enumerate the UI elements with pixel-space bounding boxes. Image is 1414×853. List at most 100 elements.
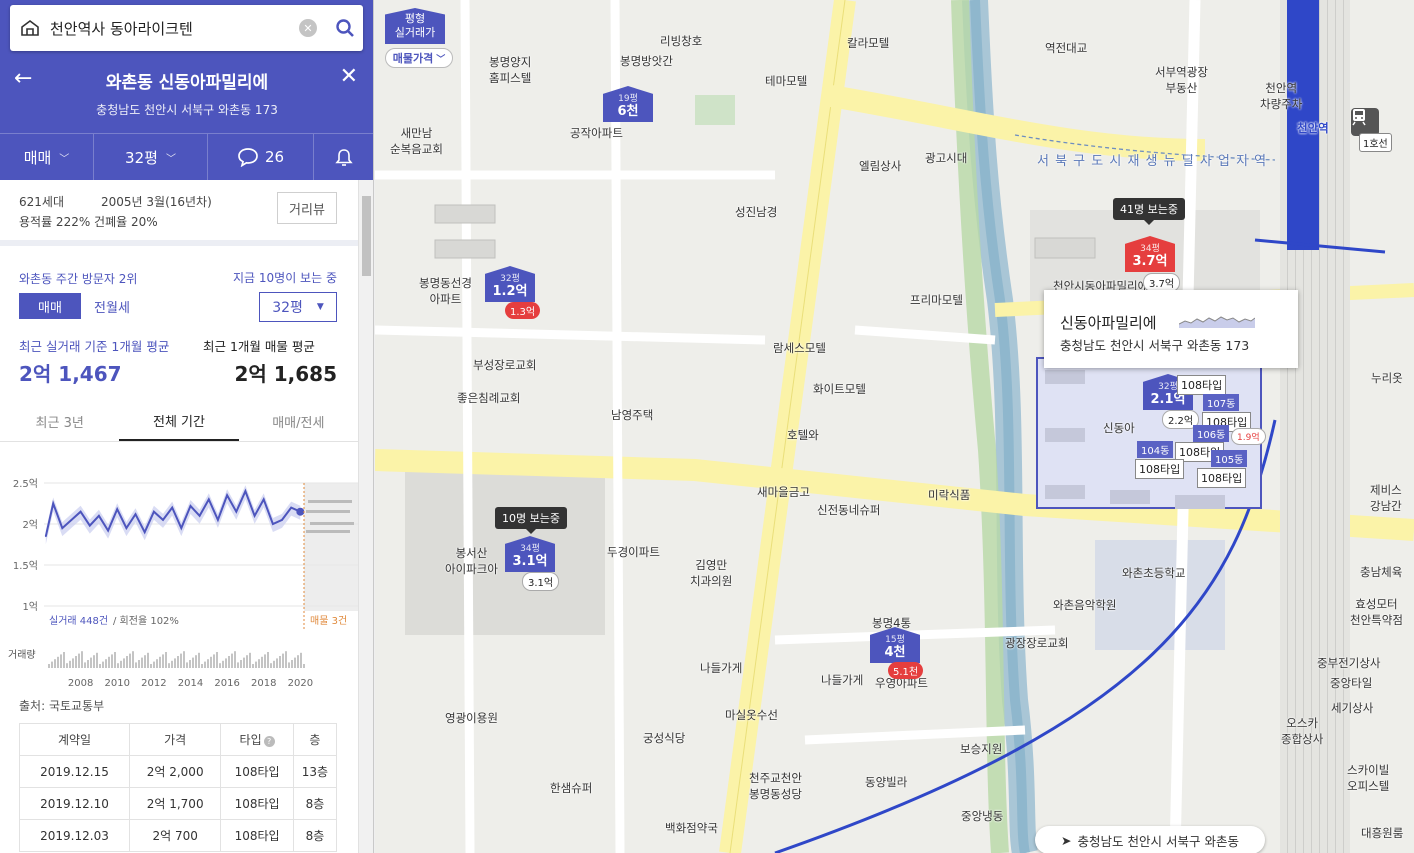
price-point — [143, 531, 146, 533]
place-label: 성진남경 — [735, 205, 778, 219]
volume-bar — [183, 651, 185, 668]
built-date: 2005년 3월(16년차) — [101, 195, 212, 209]
volume-bar — [87, 660, 89, 668]
apartment-popup[interactable]: 신동아파밀리에 충청남도 천안시 서북구 와촌동 173 — [1044, 290, 1298, 368]
price-point — [125, 527, 128, 529]
volume-bar — [162, 654, 164, 668]
apartment-address: 충청남도 천안시 서북구 와촌동 173 — [96, 103, 278, 117]
volume-bar — [213, 654, 215, 668]
turnover-note: / 회전율 102% — [113, 615, 179, 627]
type-label: 108타입 — [1135, 459, 1185, 479]
price-filter-toggle[interactable]: 매물가격 ﹀ — [385, 48, 453, 68]
place-label: 공작아파트 — [570, 126, 623, 140]
place-label: 새만남 순복음교회 — [390, 126, 443, 156]
listing-mark — [306, 510, 350, 513]
price-point — [207, 498, 210, 501]
size-select[interactable]: 32평 ﹀ — [94, 134, 208, 180]
place-label: 세기상사 — [1331, 701, 1374, 715]
listing-price-chip[interactable]: 1.9억 — [1231, 428, 1266, 445]
alarm-button[interactable] — [314, 134, 373, 180]
volume-bar — [177, 656, 179, 668]
listing-price-chip[interactable]: 3.1억 — [522, 572, 560, 591]
y-tick-label: 1.5억 — [13, 560, 38, 572]
help-icon[interactable]: ? — [263, 736, 275, 747]
size-dropdown[interactable]: 32평 ▼ — [259, 292, 337, 322]
price-point — [70, 519, 73, 521]
table-row[interactable]: 2019.12.10 2억 1,700 108타입 8층 — [18, 787, 338, 820]
search-icon[interactable] — [327, 5, 363, 51]
volume-bar — [264, 654, 266, 668]
apartment-marker-selected[interactable]: 34평 3.7억 — [1125, 236, 1175, 272]
place-label: 봉명방앗간 — [620, 54, 673, 68]
price-point — [272, 523, 274, 525]
volume-bar — [252, 664, 254, 668]
tab-all-period[interactable]: 전체 기간 — [119, 402, 239, 441]
railway-icon[interactable] — [1351, 108, 1379, 136]
volume-bar — [153, 661, 155, 668]
chevron-down-icon: ﹀ — [436, 54, 446, 65]
volume-bar — [54, 659, 56, 668]
toggle-sale[interactable]: 매매 — [19, 293, 81, 319]
volume-bar — [60, 654, 62, 668]
scrollbar-thumb[interactable] — [362, 196, 371, 276]
deal-price: 2억 700 — [129, 819, 222, 852]
tab-recent-3y[interactable]: 최근 3년 — [0, 402, 119, 441]
price-point — [153, 510, 155, 513]
building-label[interactable]: 105동 — [1211, 450, 1248, 467]
place-label: 와촌초등학교 — [1122, 566, 1186, 580]
comments-button[interactable]: 26 — [208, 134, 314, 180]
volume-bar — [99, 664, 101, 668]
place-label: 칼라모텔 — [847, 36, 890, 50]
place-label: 중앙냉동 — [961, 809, 1004, 823]
volume-bar — [117, 663, 119, 668]
place-label: 영광이용원 — [445, 711, 498, 725]
deal-price: 2억 1,700 — [129, 787, 222, 820]
deal-floor: 8층 — [292, 819, 338, 852]
place-label: 동양빌라 — [865, 775, 908, 789]
price-point — [61, 527, 64, 529]
search-bar[interactable]: 천안역사 동아라이크텐 ✕ — [10, 5, 363, 51]
tab-sale-rent[interactable]: 매매/전세 — [239, 402, 358, 441]
apartment-marker[interactable]: 34평 3.1억 — [505, 536, 555, 572]
deal-count-note: 실거래 448건 — [49, 615, 108, 627]
home-icon[interactable] — [10, 5, 50, 51]
period-tabs: 최근 3년 전체 기간 매매/전세 — [0, 402, 358, 442]
building-label[interactable]: 104동 — [1137, 441, 1174, 458]
volume-bar — [159, 656, 161, 668]
table-row[interactable]: 2019.12.03 2억 700 108타입 8층 — [18, 819, 338, 852]
clear-icon[interactable]: ✕ — [299, 19, 317, 37]
volume-bar — [228, 656, 230, 668]
search-input[interactable]: 천안역사 동아라이크텐 — [50, 18, 299, 39]
volume-bar — [204, 661, 206, 668]
volume-bar — [132, 651, 134, 668]
listing-price-chip[interactable]: 1.3억 — [505, 302, 541, 319]
building-label[interactable]: 106동 — [1193, 425, 1230, 442]
place-label: 봉서산 아이파크아 — [445, 546, 498, 576]
price-point — [134, 513, 137, 515]
price-filter-label: 평형 실거래가 — [385, 8, 445, 44]
apartment-marker[interactable]: 19평 6천 — [603, 86, 653, 122]
apartment-marker[interactable]: 32평 1.2억 — [485, 266, 535, 302]
place-label: 나들가게 — [700, 661, 743, 675]
volume-bar — [270, 663, 272, 668]
volume-bar — [123, 658, 125, 668]
current-location-pill[interactable]: ➤ 충청남도 천안시 서북구 와촌동 — [1035, 826, 1265, 853]
volume-bar — [63, 652, 65, 668]
street-view-button[interactable]: 거리뷰 — [277, 192, 337, 224]
volume-bar — [102, 661, 104, 668]
map-canvas[interactable] — [375, 0, 1414, 853]
viewers-tooltip: 41명 보는중 — [1113, 198, 1185, 225]
map-view[interactable]: 평형 실거래가 매물가격 ﹀ 리빙창호 칼라모텔 역전대교 봉명양지 홈피스텔 봉… — [375, 0, 1414, 853]
place-label: 마실옷수선 — [725, 708, 778, 722]
trade-type-select[interactable]: 매매 ﹀ — [0, 134, 94, 180]
panel-scrollbar[interactable] — [358, 180, 373, 853]
table-row[interactable]: 2019.12.15 2억 2,000 108타입 13층 — [18, 755, 338, 788]
listing-price-chip[interactable]: 5.1천 — [888, 662, 924, 679]
apartment-marker[interactable]: 15평 4천 — [870, 627, 920, 663]
volume-bar — [255, 661, 257, 668]
marker-size: 32평 — [500, 274, 520, 284]
close-icon[interactable]: ✕ — [340, 64, 358, 89]
toggle-rent[interactable]: 전월세 — [81, 293, 143, 319]
map-price-filter[interactable]: 평형 실거래가 매물가격 ﹀ — [385, 8, 453, 68]
building-label[interactable]: 107동 — [1203, 394, 1240, 411]
